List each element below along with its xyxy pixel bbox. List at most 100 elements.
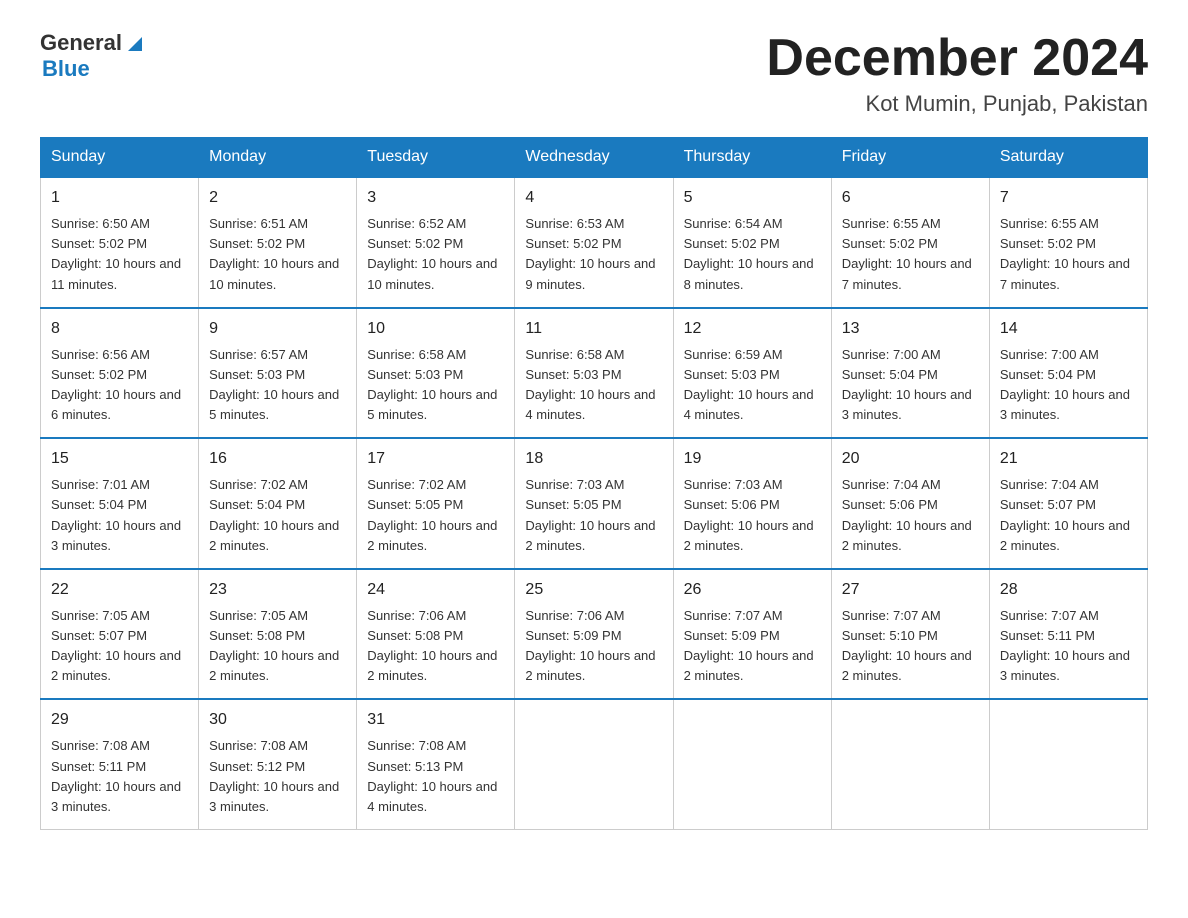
day-sun-info: Sunrise: 6:57 AMSunset: 5:03 PMDaylight:… [209,345,346,426]
day-number: 5 [684,186,821,210]
logo: General Blue [40,30,146,82]
calendar-cell: 6 Sunrise: 6:55 AMSunset: 5:02 PMDaylight… [831,177,989,308]
weekday-header-tuesday: Tuesday [357,138,515,178]
calendar-cell: 31Sunrise: 7:08 AMSunset: 5:13 PMDayligh… [357,699,515,829]
day-sun-info: Sunrise: 6:52 AMSunset: 5:02 PMDaylight:… [367,214,504,295]
day-number: 25 [525,578,662,602]
day-number: 17 [367,447,504,471]
calendar-cell: 23Sunrise: 7:05 AMSunset: 5:08 PMDayligh… [199,569,357,700]
day-sun-info: Sunrise: 7:06 AMSunset: 5:08 PMDaylight:… [367,606,504,687]
day-number: 21 [1000,447,1137,471]
day-number: 13 [842,317,979,341]
day-number: 20 [842,447,979,471]
day-number: 3 [367,186,504,210]
day-sun-info: Sunrise: 6:56 AMSunset: 5:02 PMDaylight:… [51,345,188,426]
weekday-header-monday: Monday [199,138,357,178]
calendar-table: SundayMondayTuesdayWednesdayThursdayFrid… [40,137,1148,830]
calendar-cell: 28 Sunrise: 7:07 AMSunset: 5:11 PMDayligh… [989,569,1147,700]
day-sun-info: Sunrise: 7:06 AMSunset: 5:09 PMDaylight:… [525,606,662,687]
day-number: 6 [842,186,979,210]
title-block: December 2024 Kot Mumin, Punjab, Pakista… [766,30,1148,117]
day-sun-info: Sunrise: 6:58 AMSunset: 5:03 PMDaylight:… [525,345,662,426]
day-sun-info: Sunrise: 6:55 AMSunset: 5:02 PMDaylight:… [1000,214,1137,295]
calendar-cell: 17 Sunrise: 7:02 AMSunset: 5:05 PMDayligh… [357,438,515,569]
day-sun-info: Sunrise: 7:08 AMSunset: 5:11 PMDaylight:… [51,736,188,817]
calendar-cell: 16 Sunrise: 7:02 AMSunset: 5:04 PMDayligh… [199,438,357,569]
day-sun-info: Sunrise: 7:00 AMSunset: 5:04 PMDaylight:… [842,345,979,426]
day-number: 19 [684,447,821,471]
day-sun-info: Sunrise: 7:01 AMSunset: 5:04 PMDaylight:… [51,475,188,556]
day-number: 22 [51,578,188,602]
calendar-cell [989,699,1147,829]
calendar-cell [673,699,831,829]
day-number: 24 [367,578,504,602]
calendar-cell: 27Sunrise: 7:07 AMSunset: 5:10 PMDayligh… [831,569,989,700]
weekday-header-saturday: Saturday [989,138,1147,178]
day-sun-info: Sunrise: 6:54 AMSunset: 5:02 PMDaylight:… [684,214,821,295]
weekday-header-sunday: Sunday [41,138,199,178]
calendar-cell: 14Sunrise: 7:00 AMSunset: 5:04 PMDayligh… [989,308,1147,439]
calendar-cell: 8 Sunrise: 6:56 AMSunset: 5:02 PMDaylight… [41,308,199,439]
logo-blue-text: Blue [42,56,90,82]
calendar-cell: 24 Sunrise: 7:06 AMSunset: 5:08 PMDayligh… [357,569,515,700]
day-number: 8 [51,317,188,341]
day-sun-info: Sunrise: 7:04 AMSunset: 5:07 PMDaylight:… [1000,475,1137,556]
logo-general-text: General [40,30,122,56]
calendar-week-row: 8 Sunrise: 6:56 AMSunset: 5:02 PMDaylight… [41,308,1148,439]
day-sun-info: Sunrise: 6:53 AMSunset: 5:02 PMDaylight:… [525,214,662,295]
day-sun-info: Sunrise: 7:07 AMSunset: 5:09 PMDaylight:… [684,606,821,687]
calendar-cell: 5 Sunrise: 6:54 AMSunset: 5:02 PMDaylight… [673,177,831,308]
day-number: 28 [1000,578,1137,602]
day-number: 27 [842,578,979,602]
calendar-week-row: 22 Sunrise: 7:05 AMSunset: 5:07 PMDayligh… [41,569,1148,700]
weekday-header-wednesday: Wednesday [515,138,673,178]
day-sun-info: Sunrise: 7:04 AMSunset: 5:06 PMDaylight:… [842,475,979,556]
calendar-cell: 29Sunrise: 7:08 AMSunset: 5:11 PMDayligh… [41,699,199,829]
day-sun-info: Sunrise: 6:55 AMSunset: 5:02 PMDaylight:… [842,214,979,295]
weekday-header-row: SundayMondayTuesdayWednesdayThursdayFrid… [41,138,1148,178]
day-sun-info: Sunrise: 7:03 AMSunset: 5:06 PMDaylight:… [684,475,821,556]
calendar-week-row: 1Sunrise: 6:50 AMSunset: 5:02 PMDaylight… [41,177,1148,308]
location-subtitle: Kot Mumin, Punjab, Pakistan [766,91,1148,117]
calendar-cell: 9 Sunrise: 6:57 AMSunset: 5:03 PMDaylight… [199,308,357,439]
calendar-week-row: 29Sunrise: 7:08 AMSunset: 5:11 PMDayligh… [41,699,1148,829]
day-sun-info: Sunrise: 7:05 AMSunset: 5:07 PMDaylight:… [51,606,188,687]
day-sun-info: Sunrise: 7:08 AMSunset: 5:12 PMDaylight:… [209,736,346,817]
calendar-cell: 11 Sunrise: 6:58 AMSunset: 5:03 PMDayligh… [515,308,673,439]
day-number: 9 [209,317,346,341]
day-number: 11 [525,317,662,341]
day-number: 7 [1000,186,1137,210]
day-sun-info: Sunrise: 7:02 AMSunset: 5:04 PMDaylight:… [209,475,346,556]
calendar-cell: 30Sunrise: 7:08 AMSunset: 5:12 PMDayligh… [199,699,357,829]
calendar-cell [831,699,989,829]
day-sun-info: Sunrise: 7:08 AMSunset: 5:13 PMDaylight:… [367,736,504,817]
day-sun-info: Sunrise: 6:59 AMSunset: 5:03 PMDaylight:… [684,345,821,426]
calendar-cell: 18 Sunrise: 7:03 AMSunset: 5:05 PMDayligh… [515,438,673,569]
calendar-cell: 10Sunrise: 6:58 AMSunset: 5:03 PMDayligh… [357,308,515,439]
weekday-header-thursday: Thursday [673,138,831,178]
day-sun-info: Sunrise: 7:03 AMSunset: 5:05 PMDaylight:… [525,475,662,556]
day-number: 15 [51,447,188,471]
day-number: 10 [367,317,504,341]
month-year-title: December 2024 [766,30,1148,87]
day-sun-info: Sunrise: 6:50 AMSunset: 5:02 PMDaylight:… [51,214,188,295]
day-number: 16 [209,447,346,471]
calendar-cell: 12Sunrise: 6:59 AMSunset: 5:03 PMDayligh… [673,308,831,439]
day-number: 23 [209,578,346,602]
calendar-cell: 7 Sunrise: 6:55 AMSunset: 5:02 PMDaylight… [989,177,1147,308]
calendar-cell: 2Sunrise: 6:51 AMSunset: 5:02 PMDaylight… [199,177,357,308]
calendar-cell: 26 Sunrise: 7:07 AMSunset: 5:09 PMDayligh… [673,569,831,700]
calendar-cell: 1Sunrise: 6:50 AMSunset: 5:02 PMDaylight… [41,177,199,308]
calendar-cell: 4Sunrise: 6:53 AMSunset: 5:02 PMDaylight… [515,177,673,308]
day-sun-info: Sunrise: 7:02 AMSunset: 5:05 PMDaylight:… [367,475,504,556]
day-number: 18 [525,447,662,471]
calendar-cell: 22 Sunrise: 7:05 AMSunset: 5:07 PMDayligh… [41,569,199,700]
day-sun-info: Sunrise: 7:07 AMSunset: 5:11 PMDaylight:… [1000,606,1137,687]
weekday-header-friday: Friday [831,138,989,178]
day-sun-info: Sunrise: 6:51 AMSunset: 5:02 PMDaylight:… [209,214,346,295]
calendar-cell: 13 Sunrise: 7:00 AMSunset: 5:04 PMDayligh… [831,308,989,439]
day-sun-info: Sunrise: 7:00 AMSunset: 5:04 PMDaylight:… [1000,345,1137,426]
calendar-cell: 21 Sunrise: 7:04 AMSunset: 5:07 PMDayligh… [989,438,1147,569]
page-header: General Blue December 2024 Kot Mumin, Pu… [40,30,1148,117]
day-number: 26 [684,578,821,602]
